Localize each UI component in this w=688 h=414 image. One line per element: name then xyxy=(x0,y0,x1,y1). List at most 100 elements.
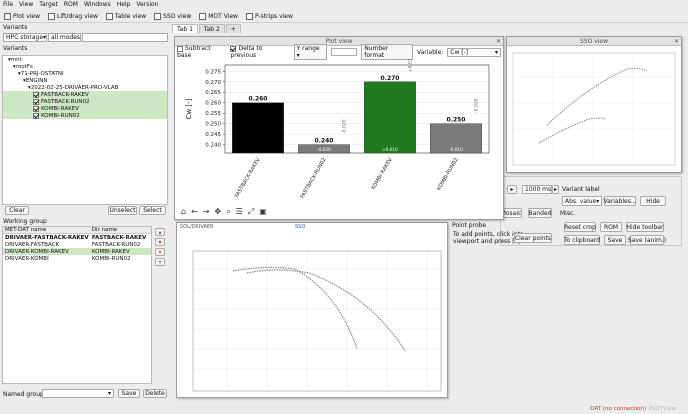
toolbar-plot-view[interactable]: Plot view xyxy=(2,12,42,21)
mot-view-icon xyxy=(199,12,207,20)
home-icon[interactable]: ⌂ xyxy=(181,207,186,217)
toolbar-lift-drag-view[interactable]: Lift/drag view xyxy=(46,12,100,21)
add-icon[interactable]: + xyxy=(155,258,165,266)
to-clipboard-button[interactable]: To clipboard xyxy=(564,235,600,245)
toolbar-table-view[interactable]: Table view xyxy=(104,12,148,21)
clear-button[interactable]: Clear xyxy=(5,206,29,215)
subtract-base-checkbox[interactable] xyxy=(177,45,183,52)
tree-item[interactable]: ▾ rootFs xyxy=(3,63,167,70)
variables-button[interactable]: Variables... xyxy=(603,196,637,206)
toolbar-p-strips-view[interactable]: P-strips view xyxy=(244,12,295,21)
subtract-base-toggle[interactable]: Subtract base xyxy=(177,45,226,59)
toolbar-mot-view[interactable]: MOT View xyxy=(197,12,240,21)
named-groups-select[interactable]: ▾ xyxy=(42,389,114,398)
storage-select[interactable]: HPC storage ▾ xyxy=(3,33,47,42)
delta-to-previous-toggle[interactable]: Delta to previous xyxy=(230,45,289,59)
tab-tab-1[interactable]: Tab 1 xyxy=(172,24,198,33)
variants-tree[interactable]: ▾ mnt ▾ rootFs ▾ 71-PRJ-OSTATNI ▾ ENGINN ▾ 2… xyxy=(2,55,168,205)
hide-toolbar-button[interactable]: Hide toolbar xyxy=(626,222,664,232)
close-icon[interactable]: ✕ xyxy=(674,38,679,45)
forward-arrow-icon[interactable]: → xyxy=(203,207,210,217)
tree-item[interactable]: ▾ ENGINN xyxy=(3,77,167,84)
tree-item-label: KOMBI-RUN02 xyxy=(41,112,80,119)
status-text: DAT (no connection) xyxy=(590,406,647,412)
number-format-button[interactable]: Number format xyxy=(361,44,413,60)
table-row[interactable]: DRIVAER-KOMBI-RAKEV KOMBI-RAKEV xyxy=(3,248,151,255)
table-row[interactable]: DRIVAER-FASTBACK-RAKEV FASTBACK-RAKEV xyxy=(3,234,151,241)
x-tick-label: FASTBACK-RAKEV xyxy=(234,157,262,199)
tree-item[interactable]: ▾ mnt xyxy=(3,56,167,63)
toolbar-label: Table view xyxy=(114,12,147,20)
tree-item-checkbox[interactable] xyxy=(33,112,39,119)
menu-help[interactable]: Help xyxy=(117,1,131,8)
tab-tab-2[interactable]: Tab 2 xyxy=(198,24,225,33)
close-icon[interactable]: ✕ xyxy=(496,38,501,45)
delta-to-previous-checkbox[interactable] xyxy=(230,45,237,52)
table-row[interactable]: DRIVAER-KOMBI KOMBI-RUN02 xyxy=(3,255,151,262)
configure-subplots-icon[interactable]: ☰ xyxy=(236,207,243,217)
mode-select[interactable]: all modes ▾ xyxy=(48,33,81,42)
rom-button[interactable]: ROM xyxy=(600,222,622,232)
menu-target[interactable]: Target xyxy=(39,1,58,8)
tree-item[interactable]: KOMBI-RUN02 xyxy=(3,112,167,119)
menu-windows[interactable]: Windows xyxy=(84,1,111,8)
tree-item-checkbox[interactable] xyxy=(33,98,39,105)
plot-navigation-toolbar: ⌂ ← → ✥ ⌕ ☰ ⤢ ▣ xyxy=(181,207,267,217)
menu-view[interactable]: View xyxy=(19,1,33,8)
tree-item-checkbox[interactable] xyxy=(33,105,39,112)
tree-item[interactable]: ▾ 71-PRJ-OSTATNI xyxy=(3,70,167,77)
tree-item-label: 71-PRJ-OSTATNI xyxy=(20,70,64,77)
variable-select[interactable]: Cw [-] ▾ xyxy=(447,47,501,57)
menu-version[interactable]: Version xyxy=(136,1,158,8)
tree-item-checkbox[interactable] xyxy=(33,91,39,98)
unselect-button[interactable]: Unselect xyxy=(108,206,137,215)
save-group-button[interactable]: Save xyxy=(118,389,140,398)
y-range-dropdown[interactable]: Y range ▾ xyxy=(293,44,328,60)
table-row[interactable]: DRIVAER-FASTBACK FASTBACK-RUN02 xyxy=(3,241,151,248)
plot-view-window[interactable]: Plot view ✕ Subtract base Delta to previ… xyxy=(174,36,504,220)
reset-crop-button[interactable]: Reset crop xyxy=(564,222,596,232)
select-button[interactable]: Select xyxy=(139,206,166,215)
tab-add[interactable]: + xyxy=(225,24,241,33)
time-spin-arrow[interactable]: ▸ xyxy=(507,185,517,194)
bar-chart[interactable]: 0.240 0.245 0.250 0.255 0.260 0.265 0.270 0.275… xyxy=(177,59,503,205)
back-arrow-icon[interactable]: ← xyxy=(191,207,198,217)
zoom-icon[interactable]: ⌕ xyxy=(226,207,230,217)
time-field[interactable]: 1000 ms xyxy=(522,185,552,194)
save-anim-button[interactable]: Save (anim.) xyxy=(628,235,666,245)
cell-met-dat-name: DRIVAER-FASTBACK xyxy=(5,241,60,248)
tree-item[interactable]: FASTBACK-RUN02 xyxy=(3,98,167,105)
delta-label: -0.020 xyxy=(474,98,480,113)
save-figure-icon[interactable]: ▣ xyxy=(259,207,267,217)
variant-label-title: Variant label xyxy=(562,186,600,193)
working-group-table[interactable]: MET-DAT name Dir name DRIVAER-FASTBACK-R… xyxy=(2,226,152,384)
menu-file[interactable]: File xyxy=(3,1,13,8)
bottom-plot-window[interactable]: SOL/DRIVAER SSO xyxy=(176,222,448,398)
y-range-field[interactable] xyxy=(331,48,358,56)
tree-item[interactable]: KOMBI-RAKEV xyxy=(3,105,167,112)
delete-group-button[interactable]: Delete xyxy=(143,389,167,398)
sso-window[interactable]: SSO view ✕ xyxy=(506,36,682,173)
move-up-icon[interactable]: ▴ xyxy=(155,228,165,236)
clear-points-button[interactable]: Clear points xyxy=(514,233,552,243)
abs-value-select[interactable]: Abs. value ▾ xyxy=(562,196,602,206)
banded-button[interactable]: Banded xyxy=(528,208,552,218)
time-increment-button[interactable]: ▸ xyxy=(552,185,559,194)
tree-item[interactable]: ▾ 2022-02-25-DRIVAER-PRO-VLAB xyxy=(3,84,167,91)
hide-button[interactable]: Hide xyxy=(640,196,666,206)
variants-filter-input[interactable] xyxy=(82,33,168,42)
edit-axis-icon[interactable]: ⤢ xyxy=(248,207,254,217)
x-tick-label: KOMBI-RUN02 xyxy=(436,157,459,192)
bottom-plot-canvas[interactable] xyxy=(177,229,447,399)
remove-icon[interactable]: ✕ xyxy=(155,248,165,256)
sso-view-icon xyxy=(154,12,162,20)
pan-icon[interactable]: ✥ xyxy=(214,207,221,217)
toolbar-label: SSO view xyxy=(163,12,192,20)
toolbar-sso-view[interactable]: SSO view xyxy=(152,12,193,21)
tree-item[interactable]: FASTBACK-RAKEV xyxy=(3,91,167,98)
sso-plot-canvas[interactable] xyxy=(507,47,681,173)
menu-rom[interactable]: ROM xyxy=(64,1,78,8)
chevron-down-icon: ▾ xyxy=(43,34,47,41)
save-view-button[interactable]: Save xyxy=(604,235,626,245)
move-down-icon[interactable]: ▾ xyxy=(155,238,165,246)
